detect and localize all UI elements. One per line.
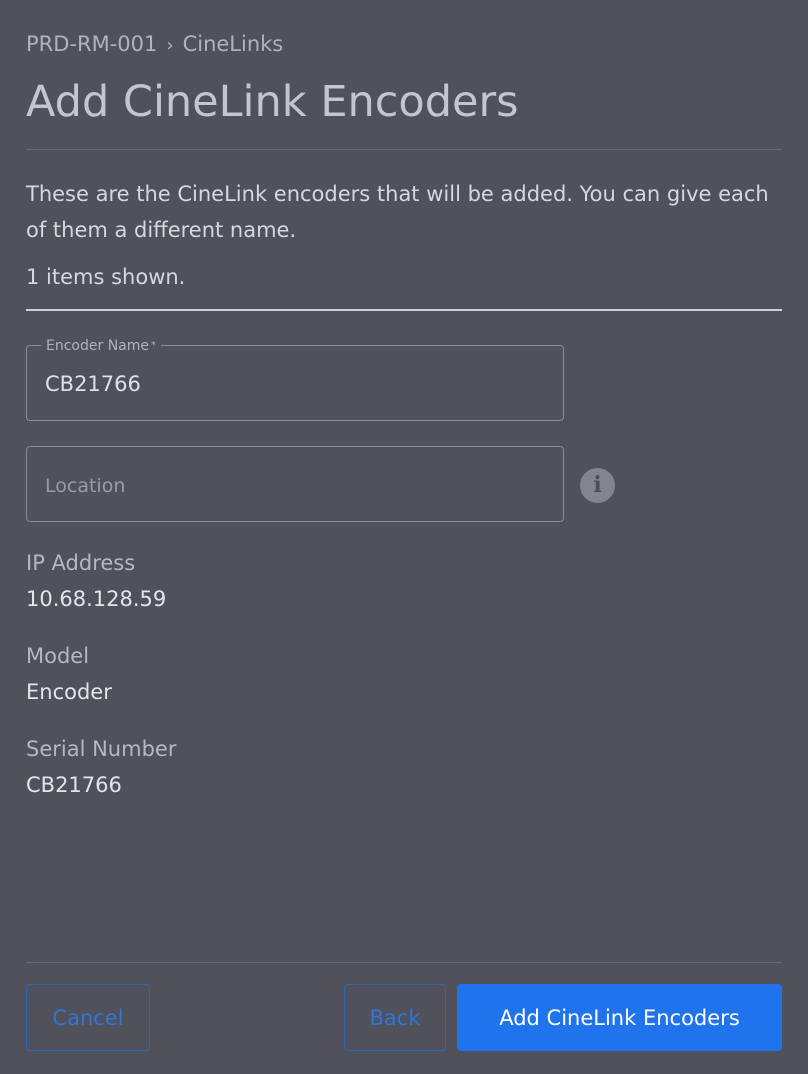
location-input[interactable] xyxy=(45,447,545,525)
intro-text: These are the CineLink encoders that wil… xyxy=(26,182,769,242)
breadcrumb: PRD-RM-001 › CineLinks xyxy=(26,32,283,56)
page-title: Add CineLink Encoders xyxy=(26,77,519,127)
breadcrumb-item-cinelinks[interactable]: CineLinks xyxy=(183,32,284,56)
serial-number-label: Serial Number xyxy=(26,737,177,761)
serial-number-value: CB21766 xyxy=(26,773,122,797)
ip-address-property: IP Address 10.68.128.59 xyxy=(26,548,166,614)
add-encoders-page: PRD-RM-001 › CineLinks Add CineLink Encode… xyxy=(26,0,782,1074)
breadcrumb-separator: › xyxy=(166,35,174,56)
breadcrumb-item-room[interactable]: PRD-RM-001 xyxy=(26,32,157,56)
footer-divider xyxy=(26,962,782,963)
encoder-name-input[interactable] xyxy=(45,346,545,422)
add-encoders-button[interactable]: Add CineLink Encoders xyxy=(457,984,782,1051)
ip-address-label: IP Address xyxy=(26,551,136,575)
encoder-name-field[interactable]: Encoder Name * xyxy=(26,337,564,422)
info-icon[interactable]: i xyxy=(580,468,615,503)
ip-address-value: 10.68.128.59 xyxy=(26,587,167,611)
cancel-button[interactable]: Cancel xyxy=(26,984,150,1051)
items-count: 1 items shown. xyxy=(26,265,186,289)
model-property: Model Encoder xyxy=(26,641,112,707)
model-value: Encoder xyxy=(26,680,112,704)
location-field[interactable] xyxy=(26,446,564,525)
serial-number-property: Serial Number CB21766 xyxy=(26,734,176,800)
list-divider xyxy=(26,309,782,311)
title-divider xyxy=(26,149,782,150)
model-label: Model xyxy=(26,644,90,668)
back-button[interactable]: Back xyxy=(344,984,446,1051)
